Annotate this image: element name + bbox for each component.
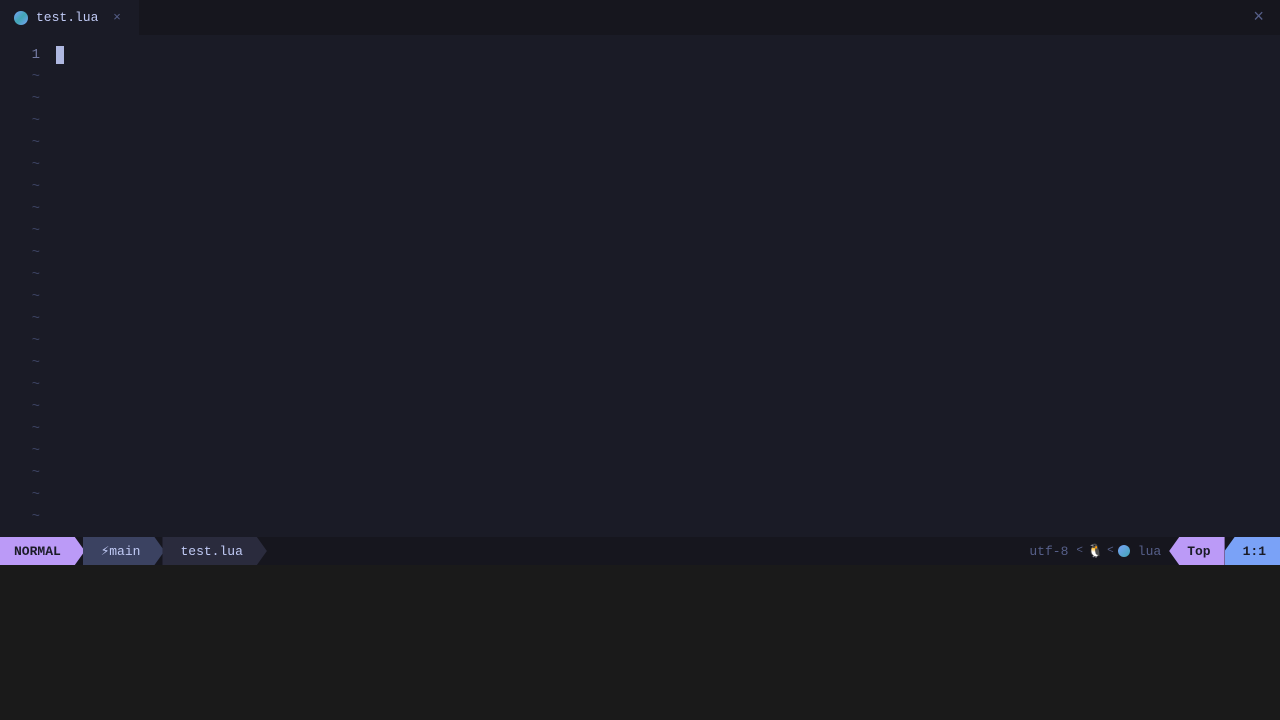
git-icon: ⚡ xyxy=(101,543,109,560)
status-linenum-section: 1:1 xyxy=(1225,537,1280,565)
line-num-tilde-3: ~ xyxy=(32,110,40,132)
neovim-status-icon xyxy=(1118,545,1130,557)
status-linenum-label: 1:1 xyxy=(1243,544,1266,559)
line-num-tilde-14: ~ xyxy=(32,352,40,374)
status-filename-label: test.lua xyxy=(180,544,242,559)
line-num-tilde-21: ~ xyxy=(32,506,40,528)
tab-label: test.lua xyxy=(36,10,98,25)
line-num-tilde-6: ~ xyxy=(32,176,40,198)
line-num-tilde-16: ~ xyxy=(32,396,40,418)
cursor xyxy=(56,46,64,64)
line-numbers: 1 ~ ~ ~ ~ ~ ~ ~ ~ ~ ~ ~ ~ ~ ~ ~ ~ ~ ~ ~ … xyxy=(0,36,52,537)
code-line-1 xyxy=(56,44,1280,66)
line-num-tilde-2: ~ xyxy=(32,88,40,110)
line-num-1: 1 xyxy=(32,44,40,66)
encoding-label: utf-8 xyxy=(1029,544,1068,559)
line-num-tilde-9: ~ xyxy=(32,242,40,264)
line-num-tilde-10: ~ xyxy=(32,264,40,286)
arrow-icon-2: < xyxy=(1107,545,1114,557)
line-num-tilde-11: ~ xyxy=(32,286,40,308)
line-num-tilde-13: ~ xyxy=(32,330,40,352)
bottom-bar xyxy=(0,565,1280,720)
line-num-tilde-15: ~ xyxy=(32,374,40,396)
tab-test-lua[interactable]: test.lua × xyxy=(0,0,140,35)
tab-close-button[interactable]: × xyxy=(109,10,125,26)
line-num-tilde-17: ~ xyxy=(32,418,40,440)
line-num-tilde-1: ~ xyxy=(32,66,40,88)
status-mode: NORMAL xyxy=(0,537,85,565)
status-top-label: Top xyxy=(1187,544,1210,559)
git-branch-label: main xyxy=(109,544,140,559)
window-close-button[interactable]: × xyxy=(1253,8,1264,28)
editor-area: 1 ~ ~ ~ ~ ~ ~ ~ ~ ~ ~ ~ ~ ~ ~ ~ ~ ~ ~ ~ … xyxy=(0,36,1280,537)
status-middle: utf-8 < 🐧 < lua xyxy=(267,544,1169,559)
line-num-tilde-7: ~ xyxy=(32,198,40,220)
status-git-section: ⚡ main xyxy=(83,537,165,565)
status-bar: NORMAL ⚡ main test.lua utf-8 < 🐧 < lua T… xyxy=(0,537,1280,565)
neovim-icon xyxy=(14,11,28,25)
line-num-tilde-19: ~ xyxy=(32,462,40,484)
tux-icon: 🐧 xyxy=(1087,544,1103,559)
editor-content[interactable] xyxy=(52,36,1280,537)
line-num-tilde-5: ~ xyxy=(32,154,40,176)
status-top-section: Top xyxy=(1169,537,1224,565)
status-filename-section: test.lua xyxy=(162,537,266,565)
filetype-label: lua xyxy=(1138,544,1161,559)
line-num-tilde-4: ~ xyxy=(32,132,40,154)
mode-label: NORMAL xyxy=(14,544,61,559)
tab-bar: test.lua × × xyxy=(0,0,1280,36)
line-num-tilde-18: ~ xyxy=(32,440,40,462)
line-num-tilde-12: ~ xyxy=(32,308,40,330)
arrow-icon-1: < xyxy=(1076,545,1083,557)
line-num-tilde-20: ~ xyxy=(32,484,40,506)
line-num-tilde-8: ~ xyxy=(32,220,40,242)
